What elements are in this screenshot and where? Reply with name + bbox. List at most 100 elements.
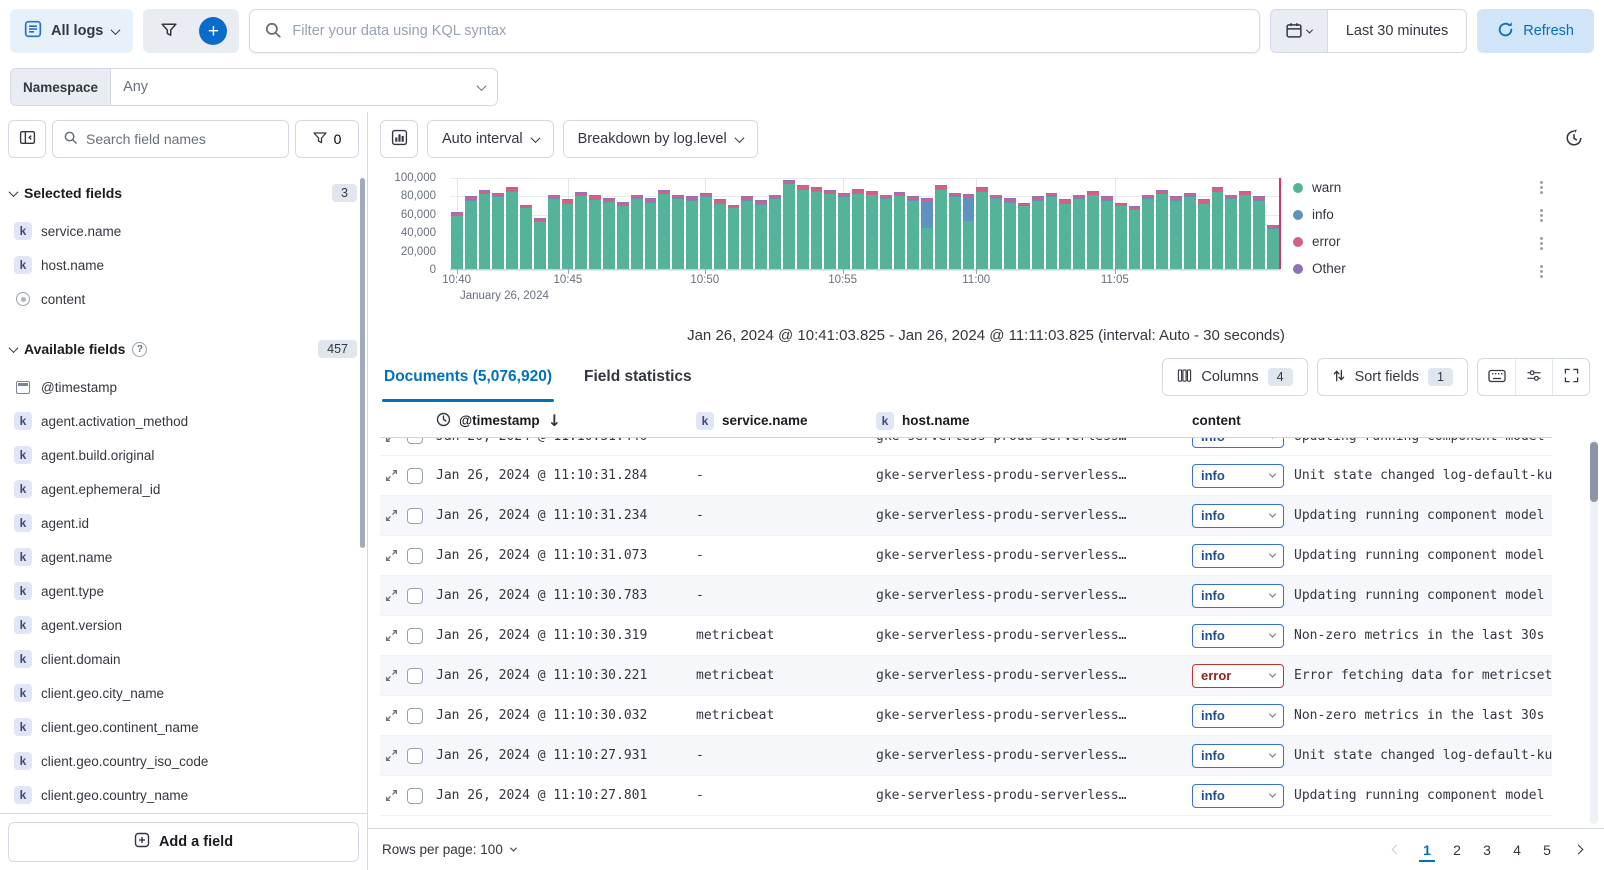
histogram-bar[interactable] [575,192,587,269]
expand-row-icon[interactable] [384,588,399,603]
histogram-bar[interactable] [465,196,477,269]
row-checkbox[interactable] [407,668,423,684]
table-row[interactable]: Jan 26, 2024 @ 11:10:31.446-gke-serverle… [380,438,1552,456]
expand-row-icon[interactable] [384,748,399,763]
histogram-bar[interactable] [824,190,836,269]
log-level-badge[interactable]: info [1192,744,1284,768]
histogram-bar[interactable] [949,193,961,269]
histogram-bar[interactable] [935,185,947,269]
more-options-icon[interactable] [1536,264,1547,279]
calendar-menu-button[interactable] [1270,9,1328,53]
field-item[interactable]: kclient.geo.country_name [10,778,357,812]
table-row[interactable]: Jan 26, 2024 @ 11:10:30.032metricbeatgke… [380,696,1552,736]
legend-item[interactable]: error [1293,228,1346,255]
histogram-bar[interactable] [1115,203,1127,269]
fullscreen-button[interactable] [1552,359,1589,395]
histogram-bar[interactable] [866,191,878,269]
field-item[interactable]: content [10,282,357,316]
tab-documents[interactable]: Documents (5,076,920) [382,352,554,402]
field-item[interactable]: kclient.geo.country_iso_code [10,744,357,778]
chart-options-button[interactable] [1556,121,1592,157]
columns-button[interactable]: Columns 4 [1162,358,1307,396]
histogram-bar[interactable] [1198,199,1210,269]
field-item[interactable]: khost.name [10,248,357,282]
header-content[interactable]: content [1192,413,1552,428]
table-row[interactable]: Jan 26, 2024 @ 11:10:31.234-gke-serverle… [380,496,1552,536]
field-item[interactable]: kservice.name [10,214,357,248]
histogram-bar[interactable] [700,193,712,269]
row-checkbox[interactable] [407,548,423,564]
histogram-bar[interactable] [852,189,864,269]
breakdown-select[interactable]: Breakdown by log.level [563,120,758,158]
histogram-bar[interactable] [534,218,546,269]
histogram-bar[interactable] [1142,195,1154,269]
row-checkbox[interactable] [407,588,423,604]
expand-row-icon[interactable] [384,438,399,444]
histogram-bar[interactable] [658,190,670,269]
field-search-input[interactable] [86,131,278,147]
table-row[interactable]: Jan 26, 2024 @ 11:10:31.284-gke-serverle… [380,456,1552,496]
histogram-bar[interactable] [451,212,463,269]
histogram-bar[interactable] [686,196,698,269]
namespace-value-select[interactable]: Any [111,79,497,95]
rows-per-page-button[interactable]: Rows per page: 100 [382,842,516,857]
tab-field-statistics[interactable]: Field statistics [582,352,694,402]
log-level-badge[interactable]: error [1192,664,1284,688]
row-checkbox[interactable] [407,508,423,524]
log-level-badge[interactable]: info [1192,504,1284,528]
histogram-bar[interactable] [880,195,892,269]
add-filter-button[interactable]: + [193,11,233,51]
histogram-bar[interactable] [1225,195,1237,269]
histogram-bar[interactable] [1101,196,1113,269]
histogram-bar[interactable] [921,198,933,269]
grid-scrollbar[interactable] [1590,442,1598,502]
table-row[interactable]: Jan 26, 2024 @ 11:10:27.801-gke-serverle… [380,776,1552,816]
histogram-bar[interactable] [1156,190,1168,269]
legend-item[interactable]: warn [1293,174,1346,201]
selected-fields-header[interactable]: Selected fields 3 [10,178,357,208]
refresh-button[interactable]: Refresh [1477,9,1594,53]
log-level-badge[interactable]: info [1192,624,1284,648]
collapse-sidebar-button[interactable] [8,120,46,158]
expand-row-icon[interactable] [384,668,399,683]
table-row[interactable]: Jan 26, 2024 @ 11:10:27.931-gke-serverle… [380,736,1552,776]
histogram-bar[interactable] [1267,225,1279,269]
field-item[interactable]: kagent.activation_method [10,404,357,438]
histogram-bar[interactable] [755,200,767,269]
kql-search-input[interactable] [292,23,1244,39]
histogram-bar[interactable] [492,193,504,269]
histogram-bar[interactable] [617,202,629,269]
sort-descending-icon[interactable]: ↓ [548,411,561,430]
histogram-bar[interactable] [589,195,601,269]
histogram-bar[interactable] [1032,196,1044,269]
histogram-bar[interactable] [990,195,1002,269]
field-item[interactable]: @timestamp [10,370,357,404]
available-fields-header[interactable]: Available fields ? 457 [10,334,357,364]
field-item[interactable]: kagent.name [10,540,357,574]
histogram-bar[interactable] [548,195,560,269]
field-item[interactable]: kagent.version [10,608,357,642]
expand-row-icon[interactable] [384,708,399,723]
histogram-bar[interactable] [907,196,919,269]
next-page-button[interactable] [1566,838,1590,862]
histogram-bar[interactable] [728,205,740,269]
field-item[interactable]: kagent.id [10,506,357,540]
table-row[interactable]: Jan 26, 2024 @ 11:10:31.073-gke-serverle… [380,536,1552,576]
add-field-button[interactable]: Add a field [8,822,359,862]
histogram-bar[interactable] [1059,199,1071,269]
log-level-badge[interactable]: info [1192,784,1284,808]
row-checkbox[interactable] [407,628,423,644]
header-timestamp[interactable]: @timestamp ↓ [436,411,696,430]
table-row[interactable]: Jan 26, 2024 @ 11:10:30.319metricbeatgke… [380,616,1552,656]
page-number-4[interactable]: 4 [1504,837,1530,863]
histogram-bar[interactable] [506,187,518,269]
field-item[interactable]: kclient.domain [10,642,357,676]
row-checkbox[interactable] [407,708,423,724]
histogram-bar[interactable] [811,187,823,269]
histogram-bar[interactable] [741,196,753,269]
log-level-badge[interactable]: info [1192,438,1284,448]
legend-item[interactable]: info [1293,201,1346,228]
time-range-button[interactable]: Last 30 minutes [1328,9,1467,53]
expand-row-icon[interactable] [384,788,399,803]
expand-row-icon[interactable] [384,508,399,523]
